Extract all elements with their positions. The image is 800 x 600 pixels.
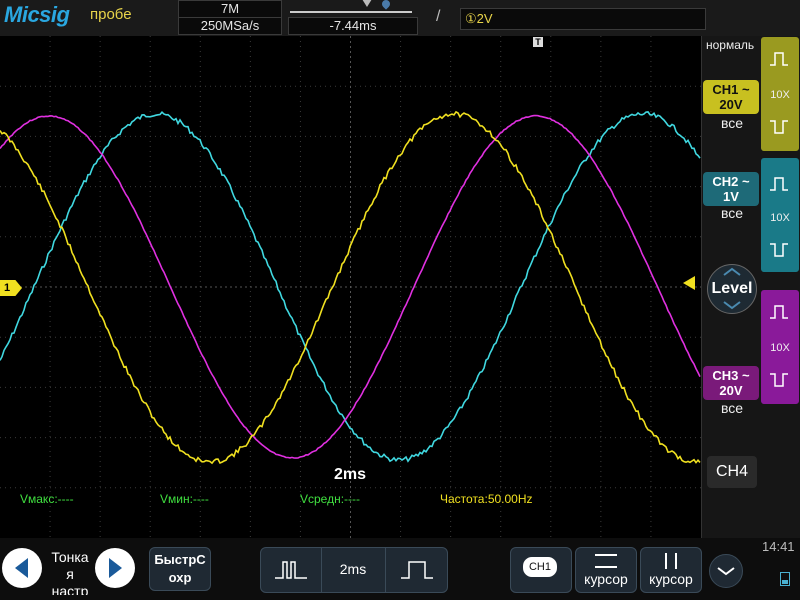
ch3-scale: 20V	[719, 383, 743, 398]
ch1-coupling: ~	[742, 82, 750, 97]
fine-tune-label[interactable]: Тонка я настр	[46, 549, 94, 595]
ch2-probe-column[interactable]: 10X	[761, 158, 799, 272]
meas-vmax: Vмакс:----	[20, 492, 74, 506]
chevron-down-icon	[723, 301, 741, 310]
time-position-bar[interactable]	[288, 0, 416, 16]
trigger-position-marker	[362, 0, 372, 7]
level-label: Level	[711, 280, 753, 297]
pulse-falling-icon[interactable]	[769, 240, 789, 260]
trigger-level-arrow[interactable]	[683, 276, 695, 290]
ch3-bandwidth[interactable]: все	[704, 400, 760, 416]
cursor-h-label: курсор	[584, 571, 628, 587]
ch2-scale: 1V	[723, 189, 739, 204]
divider	[385, 548, 386, 592]
ch3-name: CH3	[712, 368, 739, 383]
narrow-pulse-icon[interactable]	[273, 558, 309, 582]
timebase-control[interactable]: 2ms	[260, 547, 448, 593]
ch1-probe-column[interactable]: 10X	[761, 37, 799, 151]
memory-depth[interactable]: 7M	[178, 0, 282, 18]
ch2-settings[interactable]: CH2 ~ 1V	[703, 172, 759, 206]
chevron-down-icon	[717, 567, 735, 576]
fine-tune-text-2: я	[66, 566, 74, 582]
ch3-probe-ratio: 10X	[770, 342, 790, 354]
ch1-name: CH1	[712, 82, 739, 97]
sample-rate[interactable]: 250MSa/s	[178, 17, 282, 35]
ch-badge: CH1	[523, 557, 557, 577]
trigger-edge-icon[interactable]: /	[436, 8, 440, 26]
meas-vmin: Vмин:----	[160, 492, 209, 506]
time-bar-line	[290, 11, 412, 13]
ch3-settings[interactable]: CH3 ~ 20V	[703, 366, 759, 400]
divider	[321, 548, 322, 592]
trigger-time-marker[interactable]: T	[533, 37, 543, 47]
arrow-right-icon	[109, 558, 122, 578]
pulse-falling-icon[interactable]	[769, 370, 789, 390]
pulse-falling-icon[interactable]	[769, 117, 789, 137]
ch2-probe-ratio: 10X	[770, 212, 790, 224]
quick-save-button[interactable]: БыстрС охр	[149, 547, 211, 591]
more-menu-button[interactable]	[709, 554, 743, 588]
prev-button[interactable]	[2, 548, 42, 588]
ch2-name: CH2	[712, 174, 739, 189]
level-knob-button[interactable]: Level	[707, 264, 757, 314]
channel-select-button[interactable]: CH1	[510, 547, 572, 593]
meas-frequency: Частота:50.00Hz	[440, 492, 533, 506]
waveform-screen[interactable]: Vмакс:---- Vмин:---- Vсредн:---- Частота…	[0, 36, 702, 538]
micsig-logo: Micsig	[4, 2, 70, 27]
cursor-vertical-button[interactable]: курсор	[640, 547, 702, 593]
ch1-scale: 20V	[719, 97, 743, 112]
ch1-probe-ratio: 10X	[770, 89, 790, 101]
clock: 14:41	[762, 539, 795, 554]
quick-save-text-1: БыстрС	[154, 552, 206, 567]
cursor-vertical-icon	[665, 553, 677, 569]
ch3-coupling: ~	[742, 368, 750, 383]
fine-tune-text-3: настр	[51, 583, 89, 595]
ch1-bandwidth[interactable]: все	[704, 115, 760, 131]
trigger-info[interactable]: ①2V	[460, 8, 706, 30]
pulse-rising-icon[interactable]	[769, 174, 789, 194]
graticule	[0, 36, 701, 538]
ch2-coupling: ~	[742, 174, 750, 189]
arrow-left-icon	[15, 558, 28, 578]
battery-icon	[780, 572, 790, 586]
wide-pulse-icon[interactable]	[399, 558, 435, 582]
ch2-bandwidth[interactable]: все	[704, 205, 760, 221]
ch3-probe-column[interactable]: 10X	[761, 290, 799, 404]
cursor-horizontal-icon	[595, 554, 617, 568]
timebase-value: 2ms	[339, 561, 367, 577]
pulse-rising-icon[interactable]	[769, 302, 789, 322]
view-position-marker	[380, 0, 392, 10]
meas-vavg: Vсредн:----	[300, 492, 361, 506]
chevron-up-icon	[723, 267, 741, 276]
cursor-v-label: курсор	[649, 571, 693, 587]
fine-tune-text-1: Тонка	[51, 549, 89, 565]
quick-save-text-2: охр	[168, 570, 192, 585]
time-offset[interactable]: -7.44ms	[288, 17, 418, 35]
timebase-readout: 2ms	[334, 466, 367, 483]
trigger-mode[interactable]: нормаль	[706, 38, 754, 52]
ch4-button[interactable]: CH4	[707, 456, 757, 488]
next-button[interactable]	[95, 548, 135, 588]
pulse-rising-icon[interactable]	[769, 49, 789, 69]
mode-label[interactable]: пробе	[90, 6, 132, 23]
cursor-horizontal-button[interactable]: курсор	[575, 547, 637, 593]
ch1-settings[interactable]: CH1 ~ 20V	[703, 80, 759, 114]
